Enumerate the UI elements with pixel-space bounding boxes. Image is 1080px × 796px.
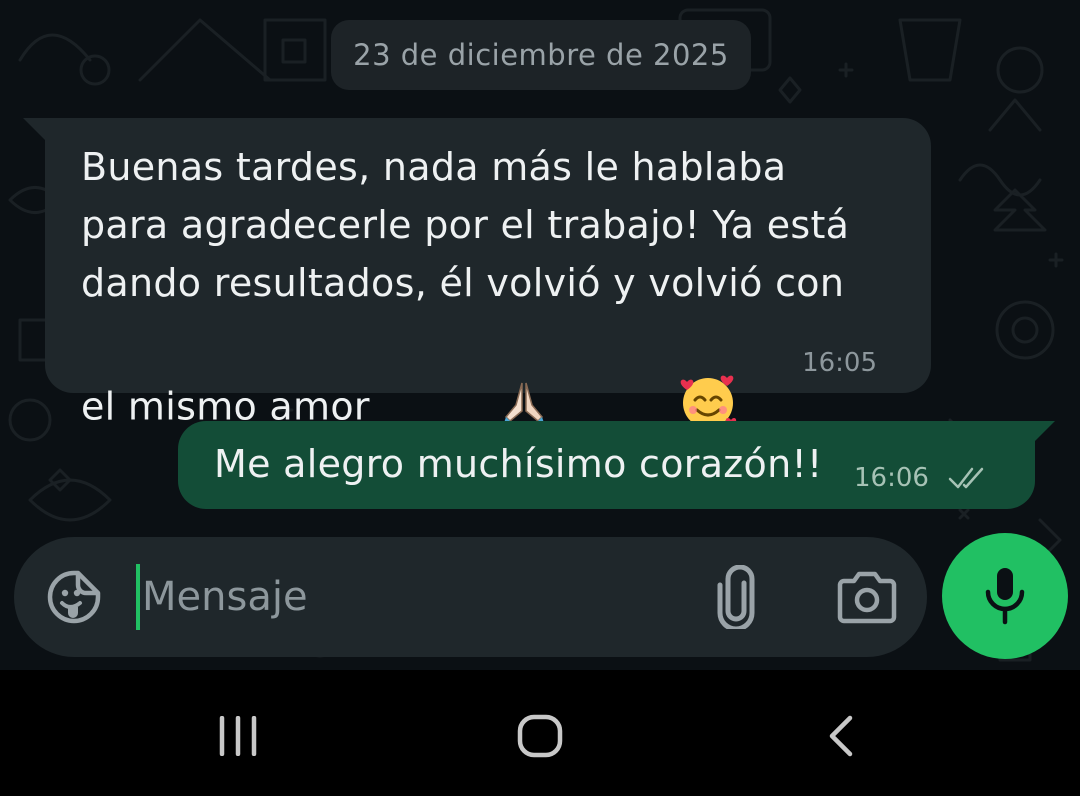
voice-record-button[interactable] [942, 533, 1068, 659]
outgoing-message-bubble[interactable]: Me alegro muchísimo corazón!! 16:06 [178, 421, 1055, 509]
folded-hands-icon [503, 382, 544, 423]
sticker-icon[interactable] [46, 569, 102, 625]
camera-icon[interactable] [836, 569, 898, 625]
back-icon [829, 715, 853, 757]
back-button[interactable] [782, 670, 902, 796]
home-button[interactable] [480, 670, 600, 796]
message-timestamp: 16:05 [802, 348, 877, 378]
outgoing-message-text: Me alegro muchísimo corazón!! [214, 442, 823, 486]
paperclip-icon[interactable] [714, 565, 766, 629]
whatsapp-chat-screen: 23 de diciembre de 2025 Buenas tardes, n… [0, 0, 1080, 796]
bubble-tail [23, 118, 45, 140]
bubble-tail [1035, 421, 1055, 441]
microphone-icon [985, 568, 1025, 625]
message-input[interactable] [136, 561, 692, 633]
home-icon [517, 714, 563, 758]
recent-apps-button[interactable] [178, 670, 298, 796]
double-check-icon [948, 467, 984, 489]
incoming-message-bubble[interactable]: Buenas tardes, nada más le hablaba para … [23, 118, 931, 429]
recent-apps-icon [219, 716, 257, 756]
message-composer [14, 537, 927, 657]
message-timestamp: 16:06 [854, 463, 929, 493]
date-separator: 23 de diciembre de 2025 [331, 20, 751, 90]
system-navigation-bar [0, 670, 1080, 796]
